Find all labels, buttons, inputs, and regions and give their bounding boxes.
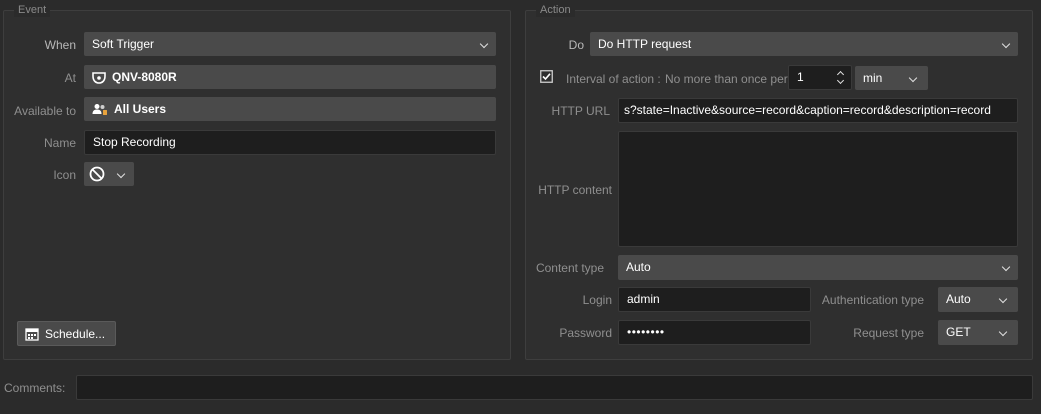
comments-label: Comments: <box>4 381 66 395</box>
when-select[interactable]: Soft Trigger <box>84 32 496 56</box>
password-input[interactable]: •••••••• <box>618 320 811 345</box>
interval-spinbox[interactable]: 1 <box>788 65 852 90</box>
chevron-down-icon <box>1001 262 1011 272</box>
chevron-down-icon <box>116 169 126 179</box>
url-input[interactable]: s?state=Inactive&source=record&caption=r… <box>618 98 1018 123</box>
chevron-down-icon <box>908 73 918 83</box>
content-label: HTTP content <box>538 183 612 197</box>
at-field[interactable]: QNV-8080R <box>84 65 496 89</box>
calendar-icon <box>25 328 39 341</box>
at-value: QNV-8080R <box>112 70 177 84</box>
available-label: Available to <box>14 104 76 118</box>
password-value: •••••••• <box>627 325 665 339</box>
interval-value: 1 <box>797 70 804 84</box>
content-type-label: Content type <box>535 261 604 275</box>
comments-input[interactable] <box>76 375 1033 400</box>
chevron-down-icon <box>479 39 489 49</box>
content-type-select[interactable]: Auto <box>618 255 1018 280</box>
interval-desc: No more than once per <box>665 72 788 86</box>
event-group-title: Event <box>14 4 51 17</box>
name-value: Stop Recording <box>93 135 176 149</box>
request-select[interactable]: GET <box>938 320 1018 345</box>
interval-label: Interval of action : <box>566 72 661 86</box>
available-value: All Users <box>114 102 167 116</box>
interval-unit-value: min <box>863 71 883 85</box>
name-label: Name <box>43 136 76 150</box>
request-value: GET <box>946 325 971 339</box>
available-field[interactable]: All Users <box>84 97 496 121</box>
spin-down-icon[interactable] <box>836 76 845 85</box>
chevron-down-icon <box>998 327 1008 337</box>
interval-unit-select[interactable]: min <box>855 66 928 90</box>
url-value: s?state=Inactive&source=record&caption=r… <box>624 103 991 117</box>
login-value: admin <box>627 292 660 306</box>
login-label: Login <box>582 293 612 307</box>
do-value: Do HTTP request <box>598 37 692 51</box>
name-input[interactable]: Stop Recording <box>84 130 496 155</box>
schedule-button[interactable]: Schedule... <box>17 321 116 346</box>
checkmark-icon <box>542 73 551 81</box>
schedule-label: Schedule... <box>45 327 106 341</box>
do-label: Do <box>568 38 584 52</box>
url-label: HTTP URL <box>551 104 610 118</box>
request-label: Request type <box>853 326 924 340</box>
content-type-value: Auto <box>626 260 651 274</box>
at-label: At <box>64 71 76 85</box>
when-label: When <box>44 38 76 52</box>
auth-select[interactable]: Auto <box>938 287 1018 312</box>
users-icon <box>92 104 107 116</box>
password-label: Password <box>559 326 612 340</box>
icon-select[interactable] <box>84 162 134 186</box>
camera-icon <box>92 72 106 84</box>
when-value: Soft Trigger <box>92 37 155 51</box>
login-input[interactable]: admin <box>618 287 811 312</box>
chevron-down-icon <box>998 294 1008 304</box>
icon-label: Icon <box>53 168 76 182</box>
do-select[interactable]: Do HTTP request <box>590 32 1018 56</box>
content-textarea[interactable] <box>618 131 1018 247</box>
chevron-down-icon <box>1001 39 1011 49</box>
auth-label: Authentication type <box>821 293 924 307</box>
auth-value: Auto <box>946 292 971 306</box>
interval-checkbox[interactable] <box>540 70 553 83</box>
prohibited-icon <box>89 166 105 182</box>
event-group: Event <box>3 4 511 360</box>
action-group-title: Action <box>536 4 575 17</box>
